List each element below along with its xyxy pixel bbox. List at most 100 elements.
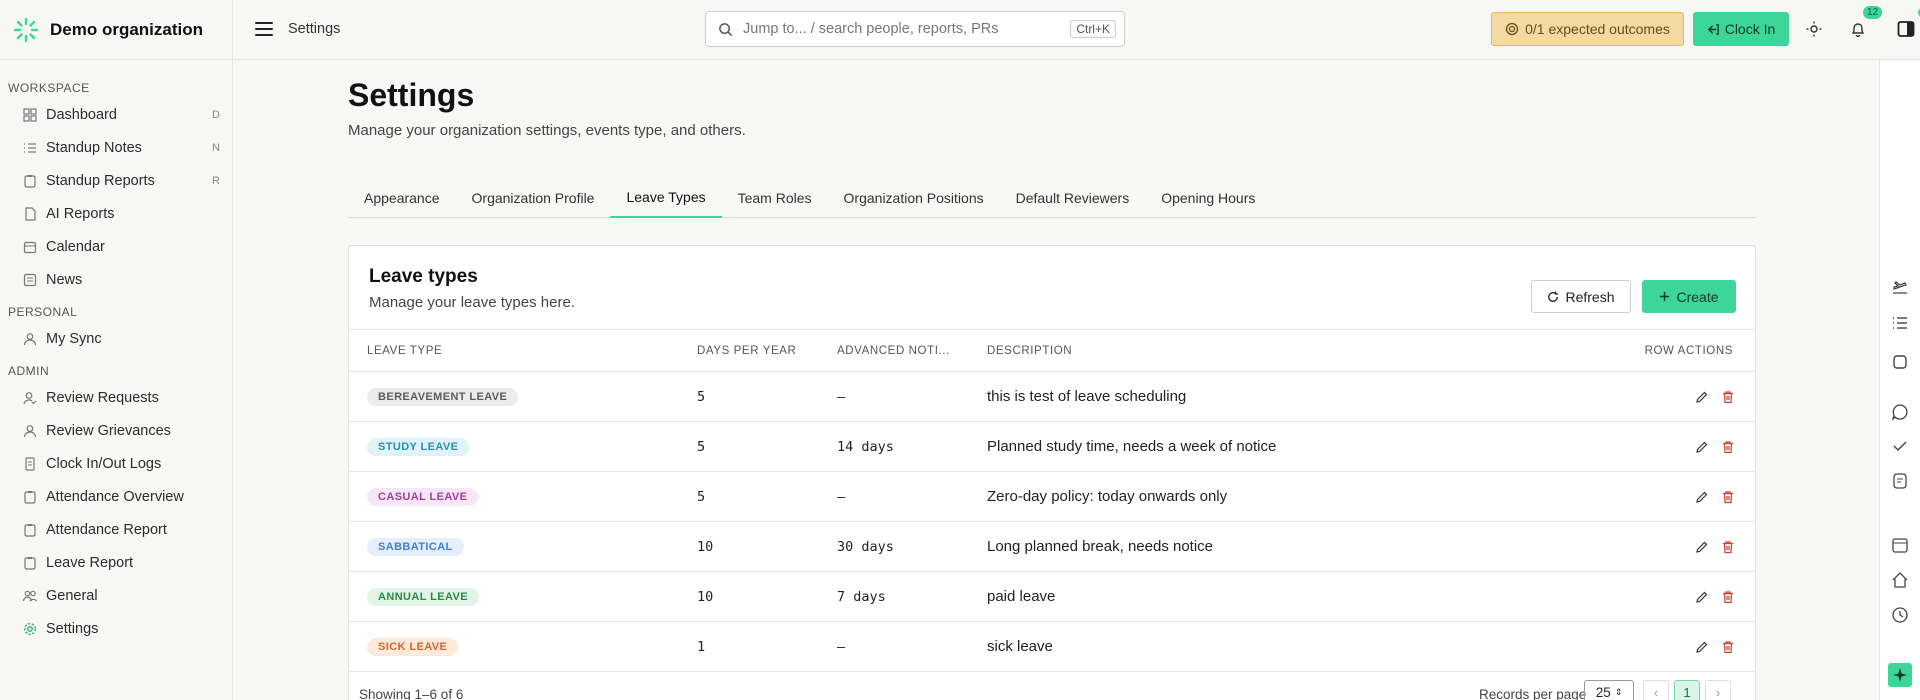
sidebar-item-clock-in-out-logs[interactable]: Clock In/Out Logs [0, 447, 232, 480]
create-button[interactable]: Create [1642, 280, 1736, 313]
sidebar-item-leave-report[interactable]: Leave Report [0, 546, 232, 579]
topbar: Settings Jump to... / search people, rep… [234, 0, 1920, 60]
advanced-notice-cell: — [837, 388, 846, 405]
message-icon[interactable] [1890, 471, 1910, 491]
user-check-icon [22, 390, 38, 406]
days-per-year-cell: 1 [697, 638, 706, 655]
theme-toggle-sun-icon[interactable] [1804, 19, 1824, 39]
sidebar-item-standup-reports[interactable]: Standup Reports R [0, 164, 232, 197]
table-row[interactable]: STUDY LEAVE 5 14 days Planned study time… [349, 422, 1755, 472]
file-icon [22, 206, 38, 222]
advanced-notice-cell: 7 days [837, 588, 886, 605]
days-per-year-cell: 10 [697, 538, 714, 555]
expected-outcomes-button[interactable]: 0/1 expected outcomes [1491, 12, 1684, 46]
row-actions-cell [1547, 372, 1755, 422]
records-per-page-select[interactable]: 25 ⇕ [1584, 680, 1634, 700]
chevron-right-icon: › [1715, 684, 1721, 700]
column-header-days-per-year[interactable]: DAYS PER YEAR [697, 330, 837, 372]
delete-trash-icon[interactable] [1721, 440, 1735, 454]
sidebar-item-label: News [46, 271, 83, 288]
table-row[interactable]: BEREAVEMENT LEAVE 5 — this is test of le… [349, 372, 1755, 422]
table-row[interactable]: ANNUAL LEAVE 10 7 days paid leave [349, 572, 1755, 622]
leave-type-cell: SICK LEAVE [349, 622, 697, 672]
ai-sparkle-icon[interactable] [1888, 663, 1912, 687]
records-per-page-value: 25 [1595, 684, 1611, 700]
sidebar-item-attendance-overview[interactable]: Attendance Overview [0, 480, 232, 513]
delete-trash-icon[interactable] [1721, 590, 1735, 604]
clipboard-icon [22, 173, 38, 189]
table-header-row: LEAVE TYPE DAYS PER YEAR ADVANCED NOTI..… [349, 329, 1755, 372]
sidebar-item-ai-reports[interactable]: AI Reports [0, 197, 232, 230]
delete-trash-icon[interactable] [1721, 390, 1735, 404]
column-header-leave-type[interactable]: LEAVE TYPE [349, 330, 697, 372]
check-icon[interactable] [1890, 436, 1910, 456]
sidebar-item-attendance-report[interactable]: Attendance Report [0, 513, 232, 546]
tab-default-reviewers[interactable]: Default Reviewers [1000, 178, 1146, 218]
tab-appearance[interactable]: Appearance [348, 178, 456, 218]
sidebar-item-dashboard[interactable]: Dashboard D [0, 98, 232, 131]
tab-opening-hours[interactable]: Opening Hours [1145, 178, 1271, 218]
bell-icon[interactable] [1848, 19, 1868, 39]
menu-icon[interactable] [254, 19, 274, 39]
tab-organization-profile[interactable]: Organization Profile [456, 178, 611, 218]
next-page-button[interactable]: › [1705, 680, 1731, 700]
plane-icon[interactable] [1890, 278, 1910, 298]
sidebar-item-review-grievances[interactable]: Review Grievances [0, 414, 232, 447]
tab-team-roles[interactable]: Team Roles [722, 178, 828, 218]
tab-organization-positions[interactable]: Organization Positions [828, 178, 1000, 218]
table-row[interactable]: SICK LEAVE 1 — sick leave [349, 622, 1755, 672]
grid-icon [22, 107, 38, 123]
leave-type-cell: SABBATICAL [349, 522, 697, 572]
delete-trash-icon[interactable] [1721, 540, 1735, 554]
sidebar-item-label: Calendar [46, 238, 105, 255]
search-shortcut: Ctrl+K [1070, 20, 1116, 38]
sidebar-item-general[interactable]: General [0, 579, 232, 612]
calendar-clock-icon[interactable] [1890, 535, 1910, 555]
column-header-description[interactable]: DESCRIPTION [987, 330, 1547, 372]
edit-pencil-icon[interactable] [1695, 640, 1709, 654]
description-cell: Planned study time, needs a week of noti… [987, 438, 1277, 455]
delete-trash-icon[interactable] [1721, 490, 1735, 504]
days-per-year-cell: 10 [697, 588, 714, 605]
home-icon[interactable] [1890, 570, 1910, 590]
sidebar-item-news[interactable]: News [0, 263, 232, 296]
page-button-current[interactable]: 1 [1674, 680, 1700, 700]
delete-trash-icon[interactable] [1721, 640, 1735, 654]
edit-pencil-icon[interactable] [1695, 540, 1709, 554]
prev-page-button[interactable]: ‹ [1643, 680, 1669, 700]
brand[interactable]: Demo organization [0, 0, 232, 60]
tab-leave-types[interactable]: Leave Types [610, 178, 722, 218]
edit-pencil-icon[interactable] [1695, 390, 1709, 404]
table-row[interactable]: CASUAL LEAVE 5 — Zero-day policy: today … [349, 472, 1755, 522]
log-icon [22, 456, 38, 472]
clock-in-button[interactable]: Clock In [1693, 12, 1789, 46]
clipboard-icon [22, 522, 38, 538]
panel-toggle-icon[interactable] [1896, 19, 1916, 39]
target-icon [1505, 22, 1519, 36]
sidebar-item-my-sync[interactable]: My Sync [0, 322, 232, 355]
description-cell: paid leave [987, 588, 1056, 605]
refresh-button[interactable]: Refresh [1531, 280, 1631, 313]
search-input[interactable]: Jump to... / search people, reports, PRs… [705, 11, 1125, 47]
sidebar-item-label: My Sync [46, 330, 102, 347]
sidebar-item-settings[interactable]: Settings [0, 612, 232, 645]
table-row[interactable]: SABBATICAL 10 30 days Long planned break… [349, 522, 1755, 572]
sidebar-item-label: Leave Report [46, 554, 134, 571]
clock-icon[interactable] [1890, 605, 1910, 625]
edit-pencil-icon[interactable] [1695, 490, 1709, 504]
stack-icon[interactable] [1890, 352, 1910, 372]
sidebar-item-calendar[interactable]: Calendar [0, 230, 232, 263]
refresh-icon [1548, 290, 1559, 302]
edit-pencil-icon[interactable] [1695, 440, 1709, 454]
sidebar-item-label: AI Reports [46, 205, 115, 222]
sidebar-item-review-requests[interactable]: Review Requests [0, 381, 232, 414]
breadcrumb: Settings [288, 21, 341, 37]
notification-badge: 12 [1863, 6, 1883, 19]
chat-bubble-icon[interactable] [1890, 402, 1910, 422]
advanced-notice-cell: — [837, 638, 846, 655]
list-icon[interactable] [1890, 313, 1910, 333]
column-header-advanced-notice[interactable]: ADVANCED NOTI... [837, 330, 987, 372]
edit-pencil-icon[interactable] [1695, 590, 1709, 604]
sidebar-item-label: Attendance Report [46, 521, 167, 538]
sidebar-item-standup-notes[interactable]: Standup Notes N [0, 131, 232, 164]
